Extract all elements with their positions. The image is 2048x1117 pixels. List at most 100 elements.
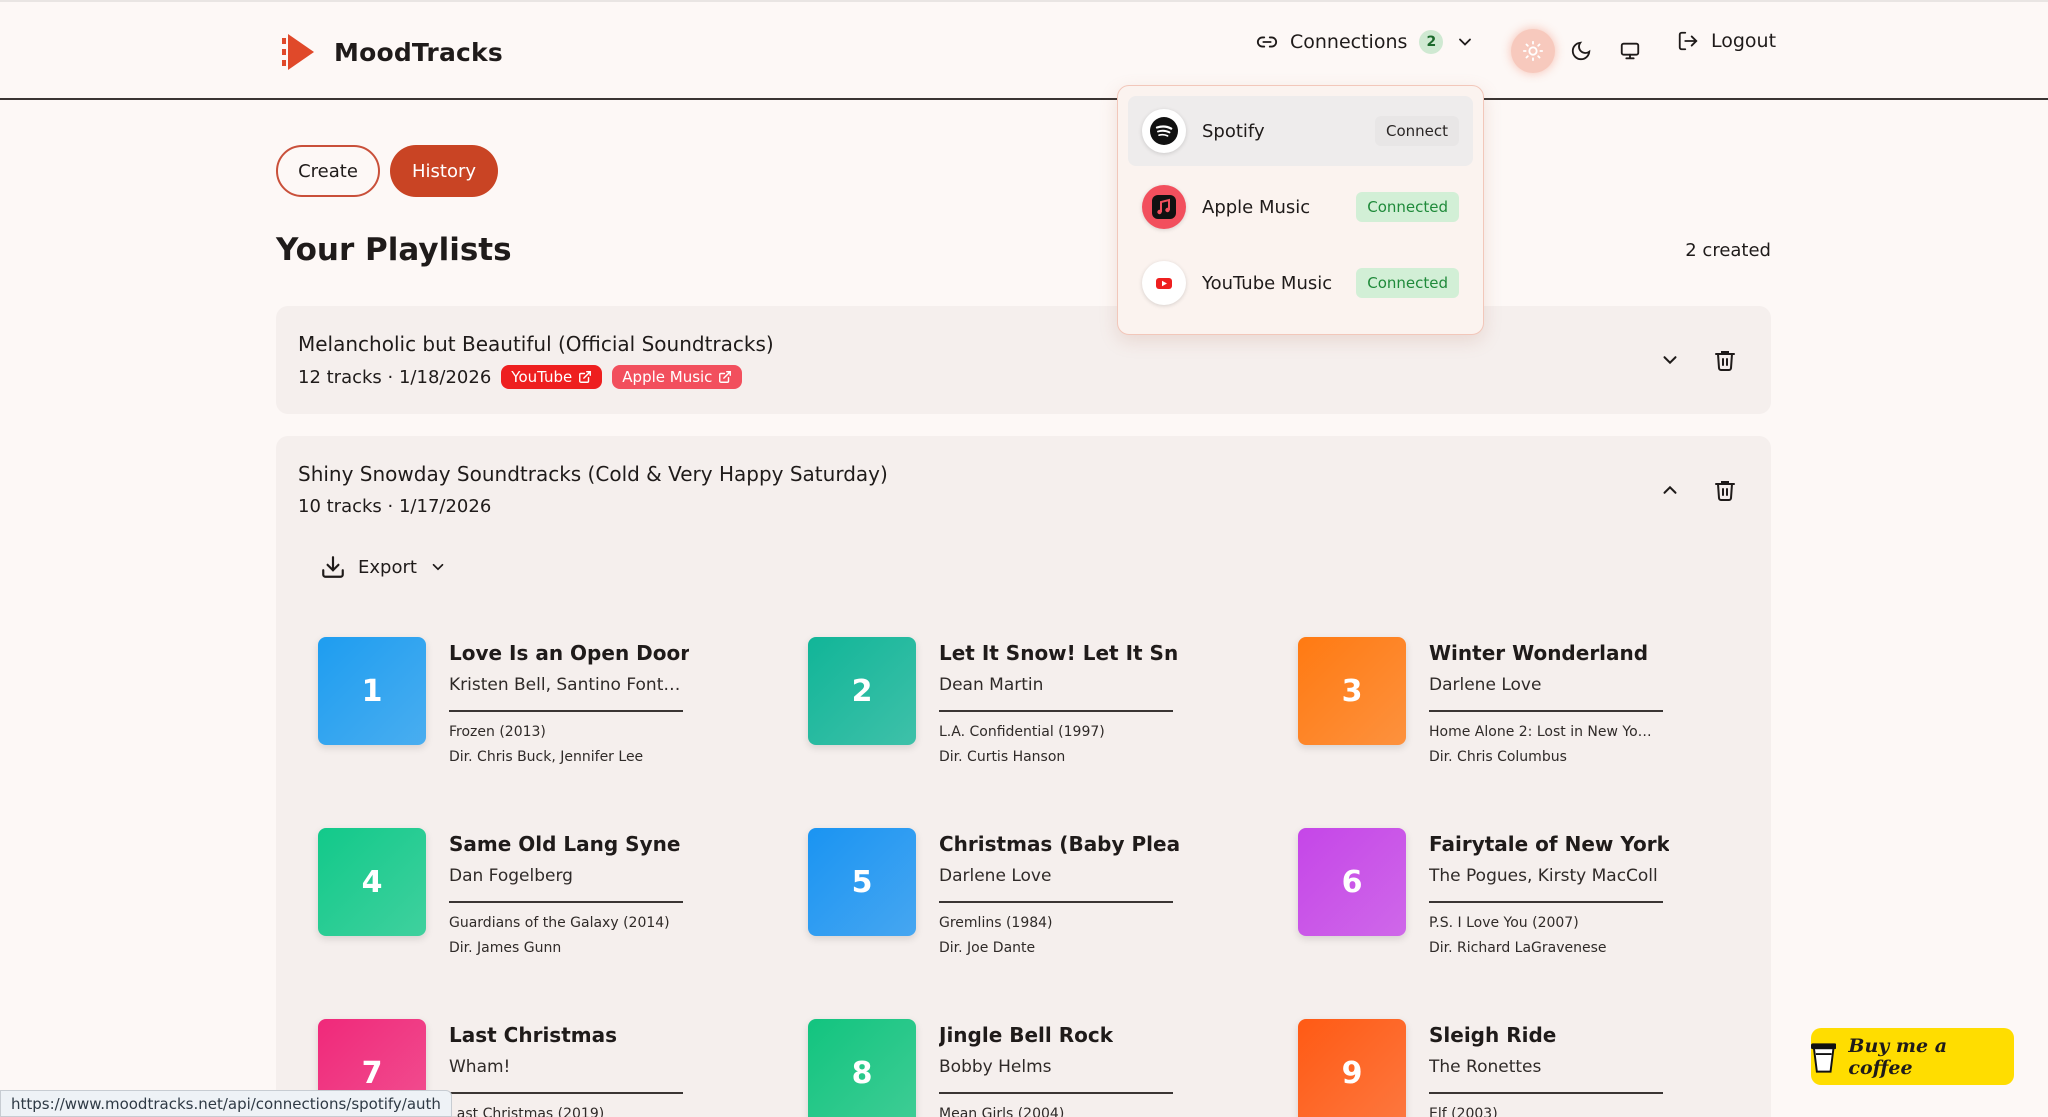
export-label: Export bbox=[358, 556, 417, 578]
youtube-link[interactable]: YouTube bbox=[501, 365, 603, 389]
track-artist: The Pogues, Kirsty MacColl bbox=[1429, 866, 1658, 886]
history-tab[interactable]: History bbox=[390, 145, 498, 197]
apple-music-connected-badge: Connected bbox=[1356, 192, 1459, 222]
playlist-meta: 12 tracks · 1/18/2026 YouTube Apple Musi… bbox=[298, 365, 743, 389]
playlist-meta-text: 12 tracks · 1/18/2026 bbox=[298, 366, 492, 388]
track-movie: Mean Girls (2004) bbox=[939, 1106, 1065, 1117]
delete-trash-icon[interactable] bbox=[1709, 474, 1741, 506]
connections-count-badge: 2 bbox=[1419, 30, 1444, 54]
apple-music-icon bbox=[1142, 185, 1186, 229]
app-name: MoodTracks bbox=[334, 37, 503, 67]
track-item[interactable]: 9 Sleigh Ride The Ronettes Elf (2003) bbox=[1298, 1019, 1738, 1117]
delete-trash-icon[interactable] bbox=[1709, 344, 1741, 376]
connections-dropdown: Spotify Connect Apple Music Connected Yo… bbox=[1117, 85, 1484, 335]
track-divider bbox=[939, 1092, 1173, 1094]
track-movie: Elf (2003) bbox=[1429, 1106, 1498, 1117]
track-director: Dir. Chris Columbus bbox=[1429, 749, 1567, 765]
track-divider bbox=[449, 1092, 683, 1094]
track-title: Last Christmas bbox=[449, 1023, 618, 1047]
track-movie: Last Christmas (2019) bbox=[449, 1106, 605, 1117]
track-artist: Dan Fogelberg bbox=[449, 866, 573, 886]
logout-label: Logout bbox=[1711, 30, 1777, 52]
expand-chevron-down-icon[interactable] bbox=[1654, 344, 1686, 376]
playlist-meta-text: 10 tracks · 1/17/2026 bbox=[298, 496, 492, 517]
track-director: Dir. Richard LaGravenese bbox=[1429, 940, 1607, 956]
playlist-meta: 10 tracks · 1/17/2026 bbox=[298, 496, 491, 517]
moon-icon bbox=[1571, 41, 1591, 61]
external-link-icon bbox=[579, 371, 592, 383]
track-item[interactable]: 3 Winter Wonderland Darlene Love Home Alone… bbox=[1298, 637, 1738, 787]
logout-icon bbox=[1678, 31, 1698, 51]
spotify-icon bbox=[1142, 109, 1186, 153]
connection-item-spotify[interactable]: Spotify Connect bbox=[1128, 96, 1473, 166]
play-logo-icon bbox=[282, 34, 314, 70]
collapse-chevron-up-icon[interactable] bbox=[1654, 474, 1686, 506]
track-number-tile: 2 bbox=[808, 637, 916, 745]
connection-name: YouTube Music bbox=[1202, 272, 1333, 294]
track-title: Let It Snow! Let It Sn… bbox=[939, 641, 1179, 665]
track-number-tile: 6 bbox=[1298, 828, 1406, 936]
track-number-tile: 3 bbox=[1298, 637, 1406, 745]
logout-button[interactable]: Logout bbox=[1677, 30, 1776, 52]
playlist-title: Shiny Snowday Soundtracks (Cold & Very H… bbox=[298, 462, 888, 486]
system-theme-button[interactable] bbox=[1608, 29, 1652, 73]
chevron-down-icon bbox=[1459, 38, 1472, 46]
track-divider bbox=[939, 710, 1173, 712]
track-movie: Gremlins (1984) bbox=[939, 915, 1053, 931]
connection-item-apple-music[interactable]: Apple Music Connected bbox=[1128, 172, 1473, 242]
track-item[interactable]: 6 Fairytale of New York The Pogues, Kirsty… bbox=[1298, 828, 1738, 978]
track-item[interactable]: 8 Jingle Bell Rock Bobby Helms Mean Girls (… bbox=[808, 1019, 1248, 1117]
playlist-card[interactable]: Shiny Snowday Soundtracks (Cold & Very H… bbox=[276, 436, 1771, 1117]
track-number-tile: 8 bbox=[808, 1019, 916, 1117]
track-divider bbox=[939, 901, 1173, 903]
logo[interactable]: MoodTracks bbox=[280, 32, 503, 72]
chevron-down-icon bbox=[432, 563, 444, 571]
track-movie: P.S. I Love You (2007) bbox=[1429, 915, 1579, 931]
track-artist: Darlene Love bbox=[1429, 675, 1542, 695]
track-divider bbox=[1429, 901, 1663, 903]
spotify-connect-button[interactable]: Connect bbox=[1374, 116, 1459, 146]
connections-label: Connections bbox=[1290, 31, 1408, 53]
export-button[interactable]: Export bbox=[320, 554, 447, 580]
buy-me-a-coffee-button[interactable]: Buy me a coffee bbox=[1811, 1028, 2014, 1085]
apple-music-link[interactable]: Apple Music bbox=[612, 365, 743, 389]
track-divider bbox=[1429, 1092, 1663, 1094]
track-number-tile: 5 bbox=[808, 828, 916, 936]
playlist-title: Melancholic but Beautiful (Official Soun… bbox=[298, 332, 774, 356]
track-divider bbox=[449, 710, 683, 712]
top-header: MoodTracks Connections 2 Logout bbox=[0, 0, 2048, 100]
track-movie: Frozen (2013) bbox=[449, 724, 546, 740]
track-item[interactable]: 1 Love Is an Open Door Kristen Bell, Santi… bbox=[318, 637, 758, 787]
sun-icon bbox=[1522, 40, 1544, 62]
track-title: Sleigh Ride bbox=[1429, 1023, 1557, 1047]
connection-item-youtube-music[interactable]: YouTube Music Connected bbox=[1128, 248, 1473, 318]
youtube-music-icon bbox=[1142, 261, 1186, 305]
playlist-card[interactable]: Melancholic but Beautiful (Official Soun… bbox=[276, 306, 1771, 414]
track-divider bbox=[1429, 710, 1663, 712]
track-director: Dir. Joe Dante bbox=[939, 940, 1036, 956]
track-movie: Home Alone 2: Lost in New Yo… bbox=[1429, 724, 1652, 740]
track-number-tile: 9 bbox=[1298, 1019, 1406, 1117]
track-item[interactable]: 2 Let It Snow! Let It Sn… Dean Martin L.A. … bbox=[808, 637, 1248, 787]
track-item[interactable]: 5 Christmas (Baby Plea… Darlene Love Gremli… bbox=[808, 828, 1248, 978]
track-title: Jingle Bell Rock bbox=[939, 1023, 1114, 1047]
link-icon bbox=[1256, 36, 1278, 48]
external-link-icon bbox=[719, 371, 732, 383]
page-title: Your Playlists bbox=[276, 232, 512, 268]
coffee-cup-icon bbox=[1811, 1042, 1837, 1073]
track-title: Same Old Lang Syne bbox=[449, 832, 681, 856]
dark-theme-button[interactable] bbox=[1559, 29, 1603, 73]
track-director: Dir. James Gunn bbox=[449, 940, 562, 956]
monitor-icon bbox=[1620, 42, 1640, 60]
track-artist: The Ronettes bbox=[1429, 1057, 1542, 1077]
connection-name: Apple Music bbox=[1202, 196, 1311, 218]
connections-button[interactable]: Connections 2 bbox=[1256, 30, 1475, 54]
track-item[interactable]: 4 Same Old Lang Syne Dan Fogelberg Guardian… bbox=[318, 828, 758, 978]
light-theme-button[interactable] bbox=[1511, 29, 1555, 73]
youtube-music-connected-badge: Connected bbox=[1356, 268, 1459, 298]
download-icon bbox=[322, 556, 344, 578]
create-tab[interactable]: Create bbox=[276, 145, 380, 197]
track-number-tile: 1 bbox=[318, 637, 426, 745]
apple-music-link-label: Apple Music bbox=[622, 368, 713, 386]
track-artist: Bobby Helms bbox=[939, 1057, 1052, 1077]
